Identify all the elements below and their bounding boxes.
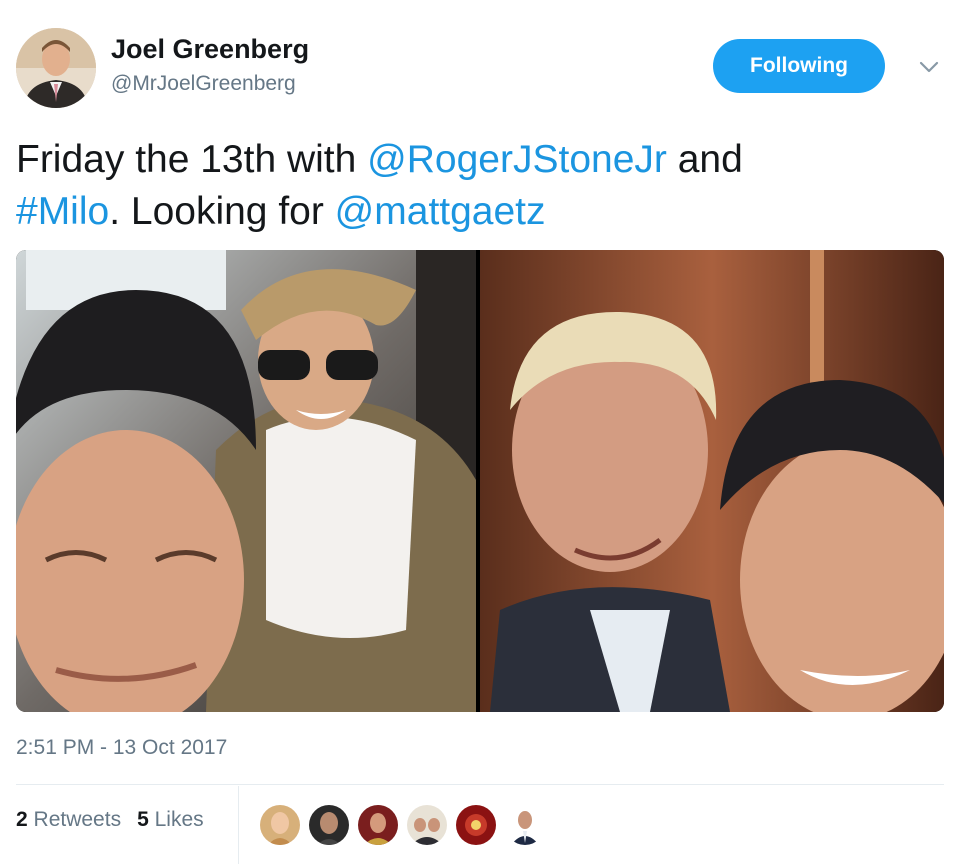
- liker-avatar[interactable]: [356, 803, 400, 847]
- tweet-timestamp[interactable]: 2:51 PM - 13 Oct 2017: [16, 736, 227, 760]
- likes-label: Likes: [154, 808, 204, 831]
- chevron-down-icon[interactable]: [914, 52, 944, 82]
- photo-right[interactable]: [480, 250, 944, 712]
- liker-avatar[interactable]: [454, 803, 498, 847]
- retweets-label: Retweets: [33, 808, 122, 831]
- retweets-count: 2: [16, 808, 28, 831]
- tweet-text: Friday the 13th with @RogerJStoneJr and …: [16, 134, 956, 238]
- author-display-name[interactable]: Joel Greenberg: [111, 34, 309, 65]
- tweet-text-part: and: [666, 138, 743, 181]
- tweet-stats: 2 Retweets 5 Likes: [16, 808, 204, 832]
- author-avatar[interactable]: [16, 28, 96, 108]
- likers-avatars: [258, 803, 547, 847]
- mention-rogerjstonejr[interactable]: @RogerJStoneJr: [367, 138, 667, 181]
- photo-car-selfie: [16, 250, 476, 712]
- hashtag-milo[interactable]: #Milo: [16, 190, 109, 233]
- likes-count: 5: [137, 808, 149, 831]
- stats-divider: [238, 786, 239, 864]
- following-button[interactable]: Following: [713, 39, 885, 93]
- avatar-image: [16, 28, 96, 108]
- tweet-text-part: Friday the 13th with: [16, 138, 368, 181]
- liker-avatar[interactable]: [307, 803, 351, 847]
- author-handle[interactable]: @MrJoelGreenberg: [111, 72, 296, 96]
- divider: [16, 784, 944, 785]
- liker-avatar[interactable]: [405, 803, 449, 847]
- liker-avatar[interactable]: [503, 803, 547, 847]
- media-grid: [16, 250, 944, 712]
- tweet-text-part: . Looking for: [109, 190, 335, 233]
- liker-avatar[interactable]: [258, 803, 302, 847]
- photo-elevator-selfie: [480, 250, 944, 712]
- photo-left[interactable]: [16, 250, 476, 712]
- retweets-stat[interactable]: 2 Retweets: [16, 808, 121, 832]
- mention-mattgaetz[interactable]: @mattgaetz: [335, 190, 546, 233]
- likes-stat[interactable]: 5 Likes: [137, 808, 204, 832]
